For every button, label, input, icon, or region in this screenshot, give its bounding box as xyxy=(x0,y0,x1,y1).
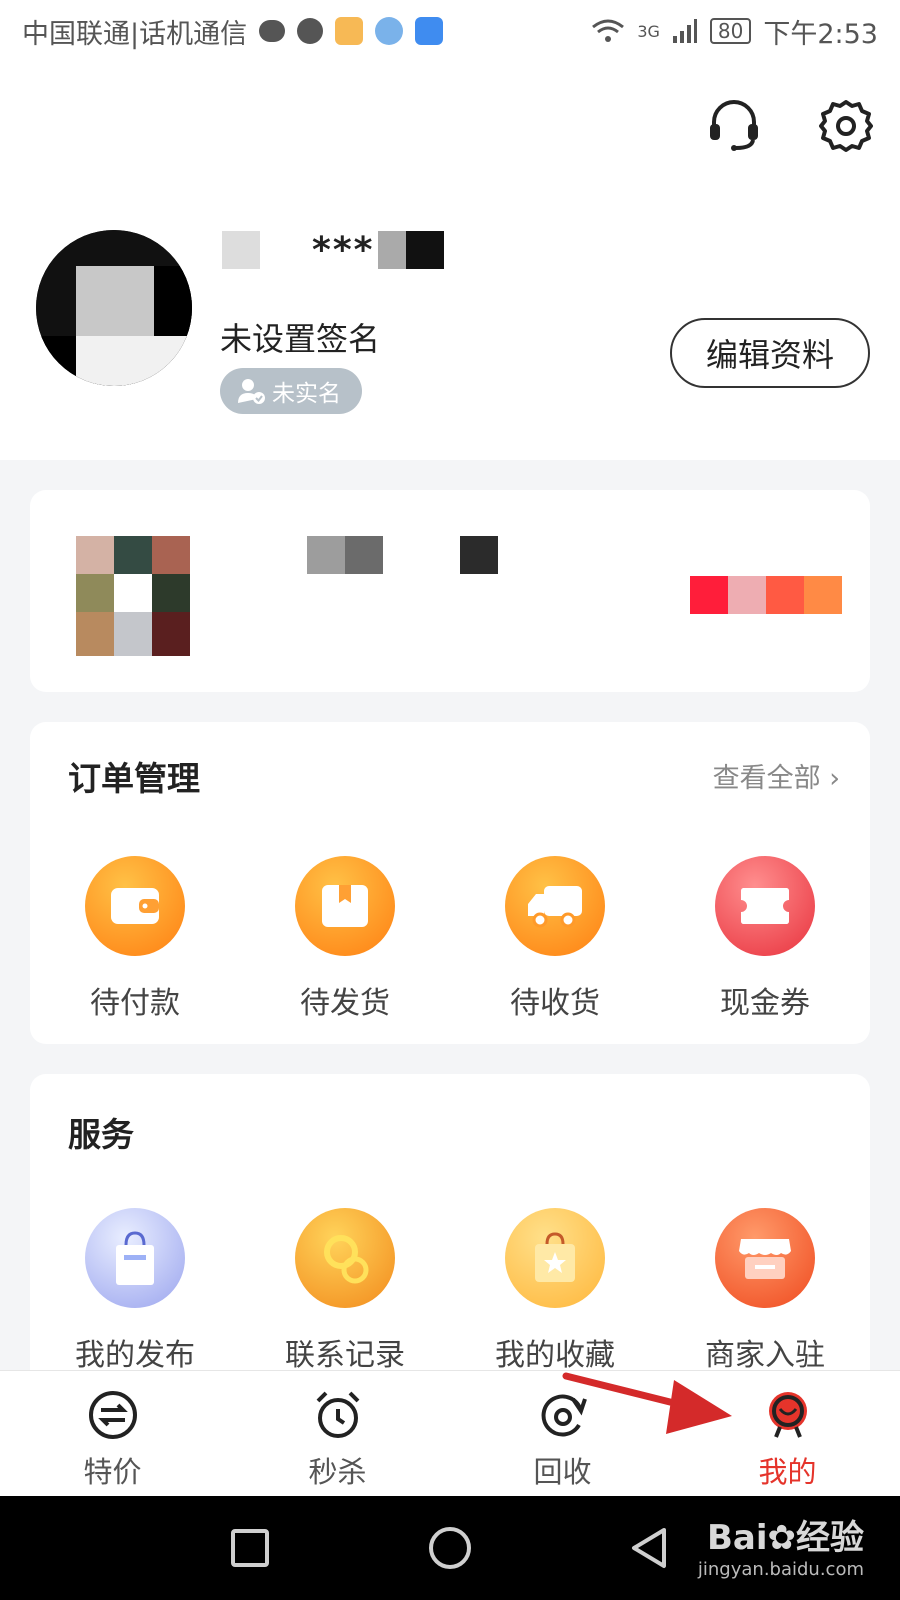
back-icon[interactable] xyxy=(628,1526,670,1570)
app-notification-icon xyxy=(335,17,364,45)
carrier-label: 中国联通|话机通信 xyxy=(22,18,248,50)
order-item-label: 待付款 xyxy=(90,986,180,1021)
order-item-label: 待发货 xyxy=(300,986,390,1021)
chevron-right-icon: › xyxy=(829,763,840,794)
message-icon xyxy=(259,20,286,42)
services-card: 服务 我的发布 联系记录 我的收藏 商家入驻 xyxy=(30,1074,870,1404)
coupon-icon xyxy=(715,856,815,956)
app-notification-icon xyxy=(415,17,444,45)
tab-flash-sale[interactable]: 秒杀 xyxy=(225,1371,450,1496)
status-bar: 中国联通|话机通信 3G 80 下午2:53 xyxy=(0,0,900,62)
order-item-pending-shipment[interactable]: 待发货 xyxy=(240,856,450,1022)
redaction-block xyxy=(728,576,766,614)
magnifier-icon xyxy=(295,1208,395,1308)
home-icon[interactable] xyxy=(428,1526,472,1570)
service-contact-history[interactable]: 联系记录 xyxy=(240,1208,450,1374)
profile-icon xyxy=(768,1392,807,1438)
order-item-label: 现金券 xyxy=(720,986,810,1021)
app-notification-icon xyxy=(375,17,404,45)
user-name: *** xyxy=(222,228,445,272)
annotation-arrow xyxy=(562,1372,732,1434)
signal-icon xyxy=(672,19,697,43)
service-my-posts[interactable]: 我的发布 xyxy=(30,1208,240,1374)
tab-specials[interactable]: 特价 xyxy=(0,1371,225,1496)
view-all-label: 查看全部 xyxy=(712,763,821,794)
redaction-block xyxy=(222,231,260,269)
service-favorites[interactable]: 我的收藏 xyxy=(450,1208,660,1374)
redaction-block xyxy=(690,576,728,614)
redaction-block xyxy=(378,231,407,269)
order-item-pending-payment[interactable]: 待付款 xyxy=(30,856,240,1022)
verify-badge-label: 未实名 xyxy=(272,381,341,407)
headset-icon[interactable] xyxy=(706,98,762,154)
gear-icon[interactable] xyxy=(818,98,874,154)
box-icon xyxy=(295,856,395,956)
redaction-block xyxy=(345,536,383,574)
view-all-orders-link[interactable]: 查看全部 › xyxy=(713,756,840,795)
user-name-text: *** xyxy=(312,229,375,271)
user-check-icon xyxy=(238,379,265,404)
tab-label: 回收 xyxy=(533,1455,592,1489)
watermark-brand: Bai xyxy=(706,1518,768,1558)
watermark-url: jingyan.baidu.com xyxy=(697,1559,864,1580)
clock: 下午2:53 xyxy=(763,18,878,50)
signature-text: 未设置签名 xyxy=(220,320,381,358)
shopping-bag-icon xyxy=(85,1208,185,1308)
network-type: 3G xyxy=(637,21,660,41)
bottom-tab-bar: 特价 秒杀 回收 我的 xyxy=(0,1370,900,1496)
paw-logo-icon: ✿ xyxy=(767,1518,797,1558)
alarm-clock-icon xyxy=(316,1391,359,1438)
storefront-icon xyxy=(715,1208,815,1308)
edit-profile-button[interactable]: 编辑资料 xyxy=(670,318,870,388)
verify-badge[interactable]: 未实名 xyxy=(220,368,362,414)
banner-image xyxy=(76,536,190,656)
redaction-block xyxy=(460,536,498,574)
service-label: 联系记录 xyxy=(285,1338,405,1373)
watermark-brand2: 经验 xyxy=(796,1518,864,1558)
service-merchant-join[interactable]: 商家入驻 xyxy=(660,1208,870,1374)
recent-apps-icon[interactable] xyxy=(230,1528,270,1568)
redaction-block xyxy=(307,536,345,574)
orders-card: 订单管理 查看全部 › 待付款 待发货 待收货 现金券 xyxy=(30,722,870,1044)
profile-header: *** 未设置签名 未实名 编辑资料 xyxy=(0,62,900,460)
truck-icon xyxy=(505,856,605,956)
redaction-block xyxy=(804,576,842,614)
avatar[interactable] xyxy=(36,230,192,386)
orders-title: 订单管理 xyxy=(68,759,200,798)
redaction-block xyxy=(406,231,445,269)
star-bag-icon xyxy=(505,1208,605,1308)
battery-indicator: 80 xyxy=(709,18,752,44)
wifi-icon xyxy=(592,19,625,42)
tab-label: 特价 xyxy=(83,1455,142,1489)
redaction-block xyxy=(766,576,804,614)
order-item-label: 待收货 xyxy=(510,986,600,1021)
service-label: 我的发布 xyxy=(75,1338,195,1373)
tab-label: 秒杀 xyxy=(308,1455,367,1489)
app-notification-icon xyxy=(297,18,324,44)
order-item-coupon[interactable]: 现金券 xyxy=(660,856,870,1022)
baidu-watermark: Bai✿经验 jingyan.baidu.com xyxy=(698,1510,864,1580)
exchange-icon xyxy=(88,1391,137,1439)
promo-banner[interactable] xyxy=(30,490,870,692)
system-navigation-bar: Bai✿经验 jingyan.baidu.com xyxy=(0,1496,900,1600)
tab-label: 我的 xyxy=(758,1455,817,1489)
services-title: 服务 xyxy=(68,1115,134,1154)
order-item-pending-receipt[interactable]: 待收货 xyxy=(450,856,660,1022)
wallet-icon xyxy=(85,856,185,956)
